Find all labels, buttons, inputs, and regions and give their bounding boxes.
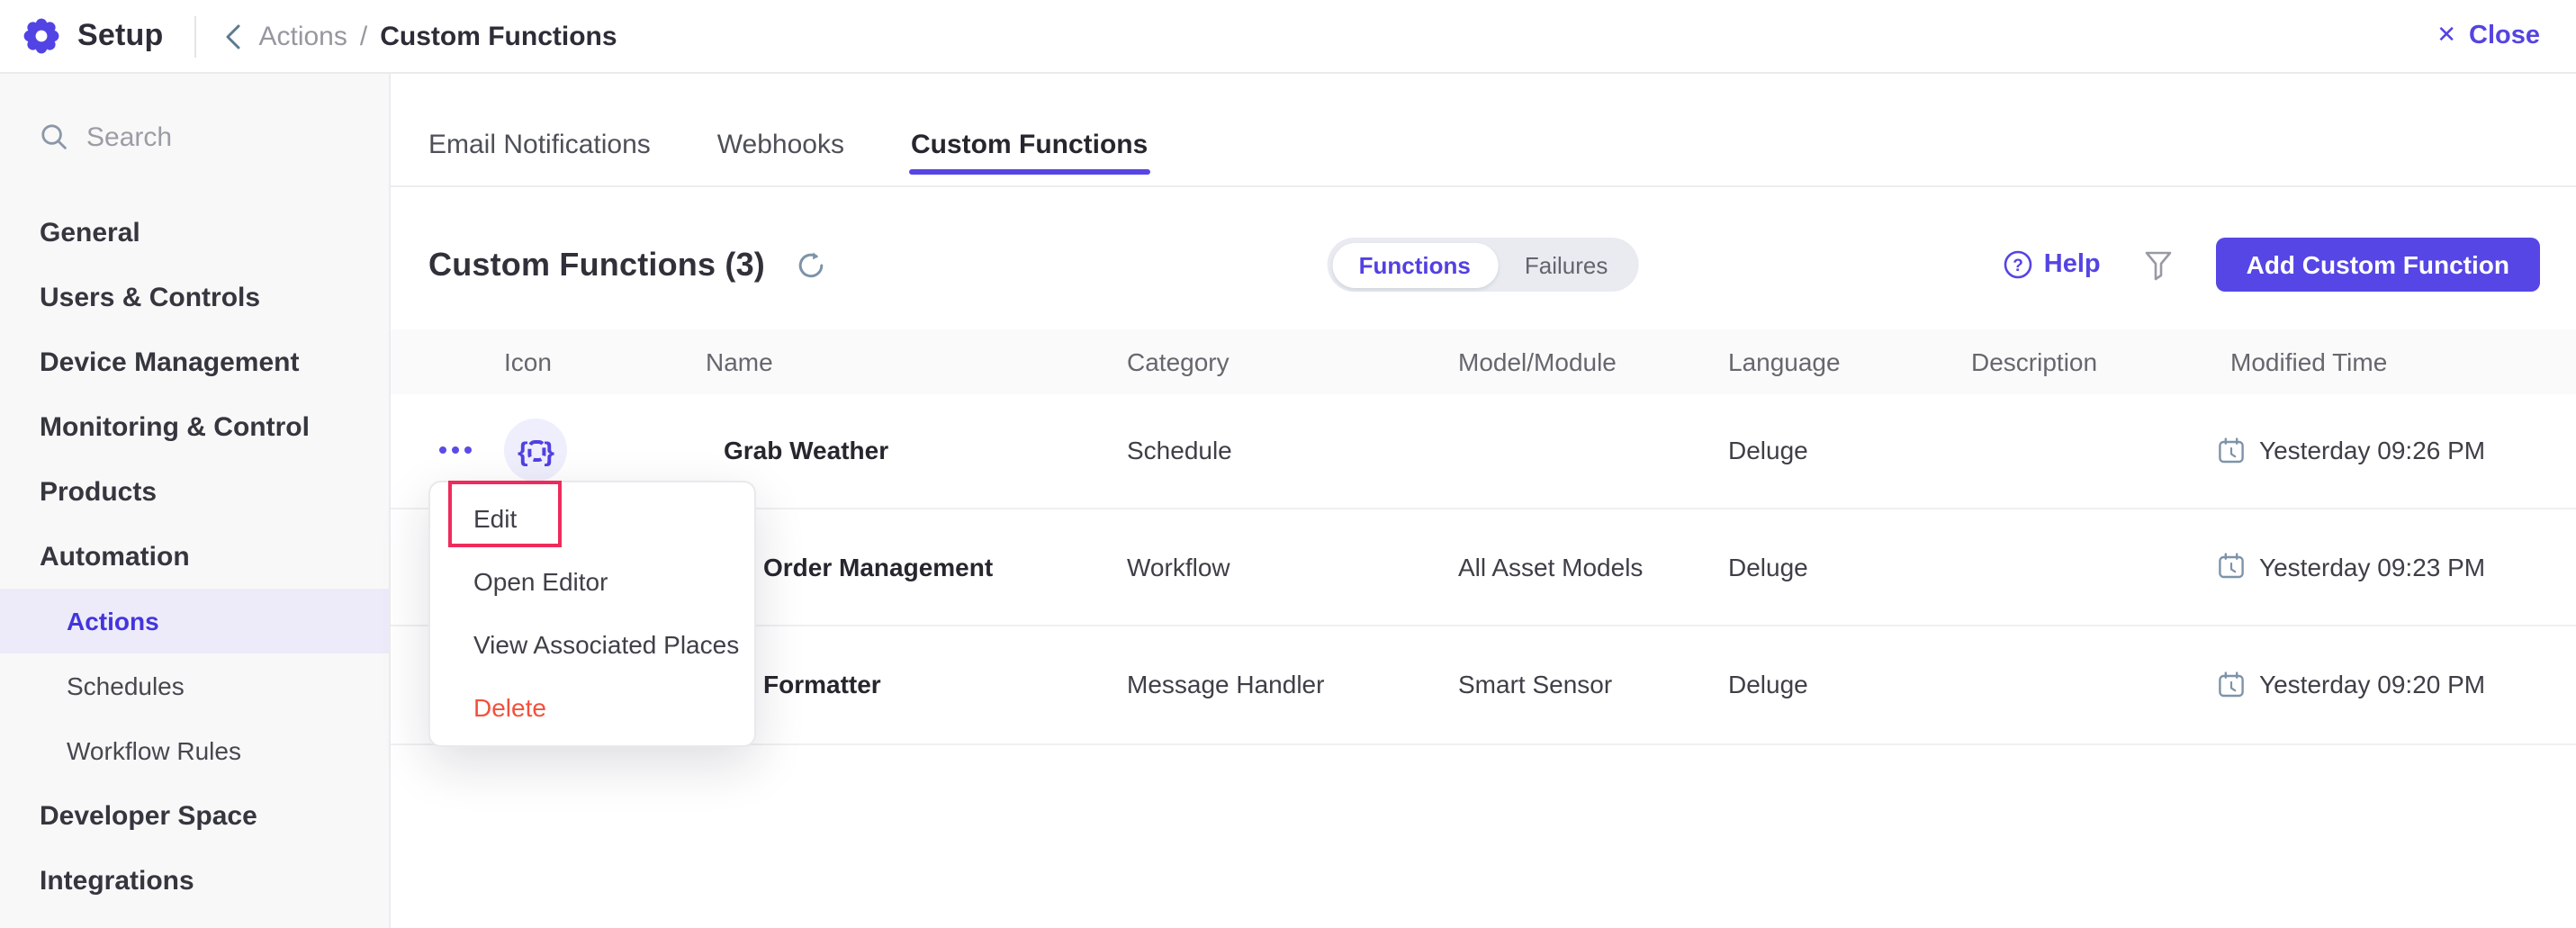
- cell-model: Smart Sensor: [1458, 670, 1613, 699]
- svg-text:?: ?: [2013, 257, 2024, 275]
- setup-gear-icon: [23, 18, 59, 54]
- tab-email-notifications[interactable]: Email Notifications: [428, 129, 651, 159]
- tab-custom-functions[interactable]: Custom Functions: [909, 129, 1149, 175]
- help-button[interactable]: ? Help: [2004, 250, 2101, 279]
- search-placeholder: Search: [86, 122, 173, 152]
- svg-text:{: {: [517, 437, 527, 466]
- menu-item-edit[interactable]: Edit: [430, 487, 754, 548]
- back-chevron-icon[interactable]: [222, 23, 242, 50]
- sidebar-item-developer-space[interactable]: Developer Space: [0, 783, 389, 848]
- sidebar-item-workflow-rules[interactable]: Workflow Rules: [0, 718, 389, 783]
- row-actions-menu-button[interactable]: [439, 446, 472, 454]
- column-header-description: Description: [1971, 347, 2098, 375]
- sidebar-item-products[interactable]: Products: [0, 459, 389, 524]
- sidebar-item-device-management[interactable]: Device Management: [0, 329, 389, 394]
- breadcrumb-current: Custom Functions: [380, 21, 617, 51]
- tab-webhooks[interactable]: Webhooks: [717, 129, 844, 159]
- cell-model: All Asset Models: [1458, 552, 1644, 581]
- cell-modified-time: Yesterday 09:26 PM: [2218, 436, 2485, 464]
- menu-item-delete[interactable]: Delete: [430, 678, 754, 739]
- close-button[interactable]: ✕ Close: [2436, 21, 2540, 50]
- toolbar: Custom Functions (3) Functions Failures …: [391, 214, 2576, 315]
- menu-item-view-associated-places[interactable]: View Associated Places: [430, 614, 754, 675]
- add-custom-function-button[interactable]: Add Custom Function: [2215, 238, 2540, 292]
- cell-name: Order Management: [763, 552, 994, 581]
- cell-name: Grab Weather: [724, 436, 889, 464]
- toggle-option-failures[interactable]: Failures: [1498, 242, 1635, 287]
- refresh-icon[interactable]: [796, 249, 826, 280]
- functions-failures-toggle: Functions Failures: [1327, 238, 1640, 292]
- cell-name: Formatter: [763, 670, 881, 699]
- column-header-language: Language: [1728, 347, 1841, 375]
- modified-time-text: Yesterday 09:23 PM: [2259, 552, 2486, 581]
- calendar-clock-icon: [2219, 671, 2244, 697]
- sidebar-search[interactable]: Search: [0, 106, 389, 167]
- sidebar-item-automation[interactable]: Automation: [0, 524, 389, 589]
- cell-modified-time: Yesterday 09:20 PM: [2218, 671, 2485, 699]
- column-header-name: Name: [706, 347, 773, 375]
- setup-page: Setup Actions / Custom Functions ✕ Close…: [0, 0, 2576, 928]
- close-label: Close: [2469, 22, 2540, 50]
- sidebar-item-general[interactable]: General: [0, 200, 389, 265]
- header-divider: [194, 15, 196, 57]
- sidebar-item-integrations[interactable]: Integrations: [0, 848, 389, 913]
- calendar-clock-icon: [2219, 437, 2244, 463]
- column-header-modified-time: Modified Time: [2230, 347, 2388, 375]
- sidebar: Search General Users & Controls Device M…: [0, 74, 391, 928]
- sidebar-item-actions[interactable]: Actions: [0, 589, 389, 653]
- page-title: Custom Functions (3): [428, 246, 765, 282]
- menu-item-open-editor[interactable]: Open Editor: [430, 551, 754, 612]
- help-label: Help: [2043, 250, 2101, 279]
- sidebar-item-users-controls[interactable]: Users & Controls: [0, 265, 389, 329]
- svg-text:}: }: [543, 437, 554, 466]
- calendar-clock-icon: [2219, 553, 2244, 579]
- modified-time-text: Yesterday 09:26 PM: [2259, 436, 2486, 464]
- cell-language: Deluge: [1728, 670, 1808, 699]
- close-icon: ✕: [2436, 21, 2456, 48]
- cell-category: Workflow: [1127, 552, 1230, 581]
- sidebar-nav: General Users & Controls Device Manageme…: [0, 200, 389, 913]
- tab-bar: Email Notifications Webhooks Custom Func…: [391, 74, 2576, 187]
- sidebar-item-schedules[interactable]: Schedules: [0, 653, 389, 718]
- cell-category: Schedule: [1127, 436, 1232, 464]
- top-header: Setup Actions / Custom Functions ✕ Close: [0, 0, 2576, 74]
- cell-language: Deluge: [1728, 436, 1808, 464]
- function-icon: { }: [504, 419, 567, 482]
- cell-category: Message Handler: [1127, 670, 1325, 699]
- modified-time-text: Yesterday 09:20 PM: [2259, 670, 2486, 699]
- toggle-option-functions[interactable]: Functions: [1331, 242, 1498, 287]
- column-header-model-module: Model/Module: [1458, 347, 1617, 375]
- breadcrumb-parent[interactable]: Actions: [258, 21, 347, 51]
- column-header-icon: Icon: [504, 347, 552, 375]
- search-icon: [40, 122, 68, 151]
- toolbar-right: ? Help Add Custom Function: [2004, 238, 2540, 292]
- cell-language: Deluge: [1728, 552, 1808, 581]
- main-content: Email Notifications Webhooks Custom Func…: [391, 74, 2576, 928]
- filter-funnel-icon[interactable]: [2144, 249, 2173, 280]
- app-title: Setup: [77, 18, 164, 52]
- help-icon: ?: [2004, 250, 2033, 279]
- column-header-category: Category: [1127, 347, 1229, 375]
- cell-modified-time: Yesterday 09:23 PM: [2218, 553, 2485, 581]
- sidebar-item-monitoring-control[interactable]: Monitoring & Control: [0, 394, 389, 459]
- row-context-menu: Edit Open Editor View Associated Places …: [428, 480, 756, 746]
- table-header: Icon Name Category Model/Module Language…: [391, 329, 2576, 393]
- breadcrumb-separator: /: [359, 21, 368, 51]
